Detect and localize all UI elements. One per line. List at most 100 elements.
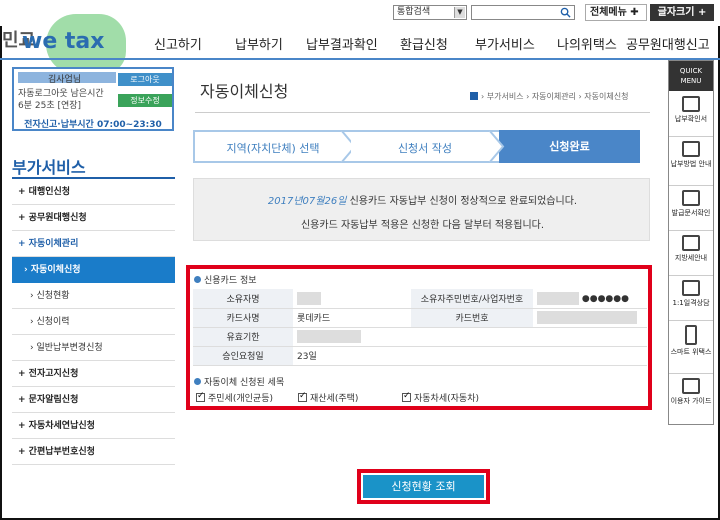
sidebar-item-history[interactable]: › 신청이력 (12, 309, 175, 335)
reg-number-label: 소유자주민번호/사업자번호 (411, 289, 533, 309)
nav-item-pay-result[interactable]: 납부결과확인 (306, 34, 378, 53)
bullet-icon (194, 276, 201, 283)
chevron-down-icon: ▼ (454, 7, 465, 18)
masked-value (297, 291, 321, 305)
owner-value (293, 289, 411, 309)
notice-sub-message: 신용카드 자동납부 적용은 신청한 다음 달부터 적용됩니다. (300, 220, 545, 231)
full-menu-button[interactable]: 전체메뉴 ✚ (585, 4, 647, 21)
font-size-button[interactable]: 글자크기 + (650, 4, 714, 21)
table-row: 유효기한 (193, 327, 647, 347)
card-info-heading: 신용카드 정보 (194, 273, 257, 286)
step-complete: 신청완료 (499, 130, 640, 163)
home-icon[interactable] (470, 92, 478, 100)
notice-message: 신용카드 자동납부 신청이 정상적으로 완료되었습니다. (346, 196, 578, 207)
nav-item-official-proxy[interactable]: 공무원대행신고 (626, 34, 710, 53)
search-input[interactable] (471, 5, 575, 20)
masked-value (537, 291, 579, 305)
expiry-value (293, 327, 411, 347)
progress-steps: 지역(자치단체) 선택 신청서 작성 신청완료 (193, 130, 640, 163)
logo-text: we tax (22, 29, 105, 54)
card-number-value (533, 308, 647, 328)
owner-label: 소유자명 (193, 289, 293, 309)
sidebar-title: 부가서비스 (12, 158, 86, 177)
search-scope-value: 통합검색 (397, 7, 431, 17)
tax-items-heading: 자동이체 신청된 세목 (194, 375, 284, 388)
monitor-icon (682, 280, 700, 296)
quick-item-local-tax-guide[interactable]: 지방세안내 (669, 232, 713, 276)
quick-item-smart-wetax[interactable]: 스마트 위택스 (669, 322, 713, 374)
quick-item-doc-verify[interactable]: 발급문서확인 (669, 187, 713, 231)
step-arrow-icon (489, 130, 505, 163)
nav-item-pay[interactable]: 납부하기 (235, 34, 283, 53)
checkbox-checked-icon[interactable] (402, 391, 411, 402)
step-region-select: 지역(자치단체) 선택 (193, 130, 351, 163)
sidebar-item-sms-alert[interactable]: + 문자알림신청 (12, 387, 175, 413)
login-box: 김사업님 자동로그아웃 남은시간 6분 25초 [연장] 로그아웃 정보수정 전… (12, 67, 174, 131)
notice-date: 2017년07월26일 (267, 196, 347, 207)
card-company-value: 롯데카드 (293, 308, 411, 328)
expiry-label: 유효기한 (193, 327, 293, 347)
card-info-table: 소유자명 소유자주민번호/사업자번호 ●●●●●● 카드사명 롯데카드 카드번호… (193, 289, 647, 366)
guide-book-icon (682, 378, 700, 394)
nav-divider (0, 58, 720, 60)
nav-item-my-wetax[interactable]: 나의위택스 (557, 34, 617, 53)
table-row: 소유자명 소유자주민번호/사업자번호 ●●●●●● (193, 289, 647, 309)
completion-notice: 2017년07월26일 신용카드 자동납부 신청이 정상적으로 완료되었습니다.… (193, 178, 650, 241)
title-divider (195, 112, 650, 113)
sidebar-item-car-tax-annual[interactable]: + 자동차세연납신청 (12, 413, 175, 439)
session-timer[interactable]: 6분 25초 [연장] (18, 98, 81, 111)
application-status-button[interactable]: 신청현황 조회 (363, 475, 484, 498)
sidebar-item-official-proxy[interactable]: + 공무원대행신청 (12, 205, 175, 231)
card-company-label: 카드사명 (193, 308, 293, 328)
tax-item-car[interactable]: 자동차세(자동차) (402, 391, 479, 404)
nav-item-report[interactable]: 신고하기 (154, 34, 202, 53)
printer-icon (682, 96, 700, 112)
tax-items-heading-text: 자동이체 신청된 세목 (204, 378, 285, 388)
quick-menu-title: QUICK MENU (669, 61, 713, 91)
breadcrumb-path: › 부가서비스 › 자동이체관리 › 자동이체신청 (481, 92, 629, 101)
sidebar-item-status[interactable]: › 신청현황 (12, 283, 175, 309)
reg-number-value: ●●●●●● (533, 289, 647, 309)
page-title: 자동이체신청 (200, 82, 289, 101)
sidebar-item-easy-pay-number[interactable]: + 간편납부번호신청 (12, 439, 175, 465)
masked-value (537, 311, 637, 324)
approval-day-label: 승인요청일 (193, 346, 293, 366)
step-form-write: 신청서 작성 (351, 130, 499, 163)
sidebar-item-e-notice[interactable]: + 전자고지신청 (12, 361, 175, 387)
sidebar-item-autopay-apply[interactable]: › 자동이체신청 (12, 257, 175, 283)
nav-item-extra-services[interactable]: 부가서비스 (475, 34, 535, 53)
quick-item-pay-method[interactable]: 납부방법 안내 (669, 138, 713, 186)
tax-item-resident[interactable]: 주민세(개인균등) (196, 391, 273, 404)
service-hours: 전자신고·납부시간 07:00~23:30 (24, 120, 162, 130)
document-icon (682, 141, 700, 157)
checkbox-checked-icon[interactable] (196, 391, 205, 402)
checkbox-checked-icon[interactable] (298, 391, 307, 402)
table-row: 승인요청일 23일 (193, 346, 647, 366)
certificate-icon (682, 190, 700, 206)
breadcrumb: › 부가서비스 › 자동이체관리 › 자동이체신청 (470, 91, 628, 102)
card-number-label: 카드번호 (411, 308, 533, 328)
card-info-heading-text: 신용카드 정보 (204, 276, 257, 286)
nav-item-refund[interactable]: 환급신청 (400, 34, 448, 53)
quick-item-consult[interactable]: 1:1일격상담 (669, 277, 713, 321)
main-nav: 신고하기 납부하기 납부결과확인 환급신청 부가서비스 나의위택스 공무원대행신… (130, 34, 720, 54)
tax-item-property[interactable]: 재산세(주택) (298, 391, 358, 404)
logout-button[interactable]: 로그아웃 (118, 73, 172, 86)
search-icon[interactable] (560, 7, 571, 18)
masked-value (297, 330, 361, 343)
user-name: 김사업님 (18, 72, 116, 85)
sidebar-item-proxy[interactable]: + 대행인신청 (12, 179, 175, 205)
edit-info-button[interactable]: 정보수정 (118, 94, 172, 107)
quick-item-user-guide[interactable]: 이용자 가이드 (669, 375, 713, 425)
quick-item-payment-proof[interactable]: 납부확인서 (669, 93, 713, 137)
sidebar-item-general-change[interactable]: › 일반납부변경신청 (12, 335, 175, 361)
status-button-highlight: 신청현황 조회 (357, 469, 490, 504)
smartphone-icon (685, 325, 697, 345)
search-scope-select[interactable]: 통합검색 ▼ (393, 5, 467, 20)
sidebar-item-autopay-manage[interactable]: + 자동이체관리 (12, 231, 175, 257)
quick-menu: QUICK MENU 납부확인서 납부방법 안내 발급문서확인 지방세안내 1:… (668, 60, 714, 425)
book-icon (682, 235, 700, 251)
approval-day-value: 23일 (293, 346, 411, 366)
bullet-icon (194, 378, 201, 385)
table-row: 카드사명 롯데카드 카드번호 (193, 308, 647, 328)
